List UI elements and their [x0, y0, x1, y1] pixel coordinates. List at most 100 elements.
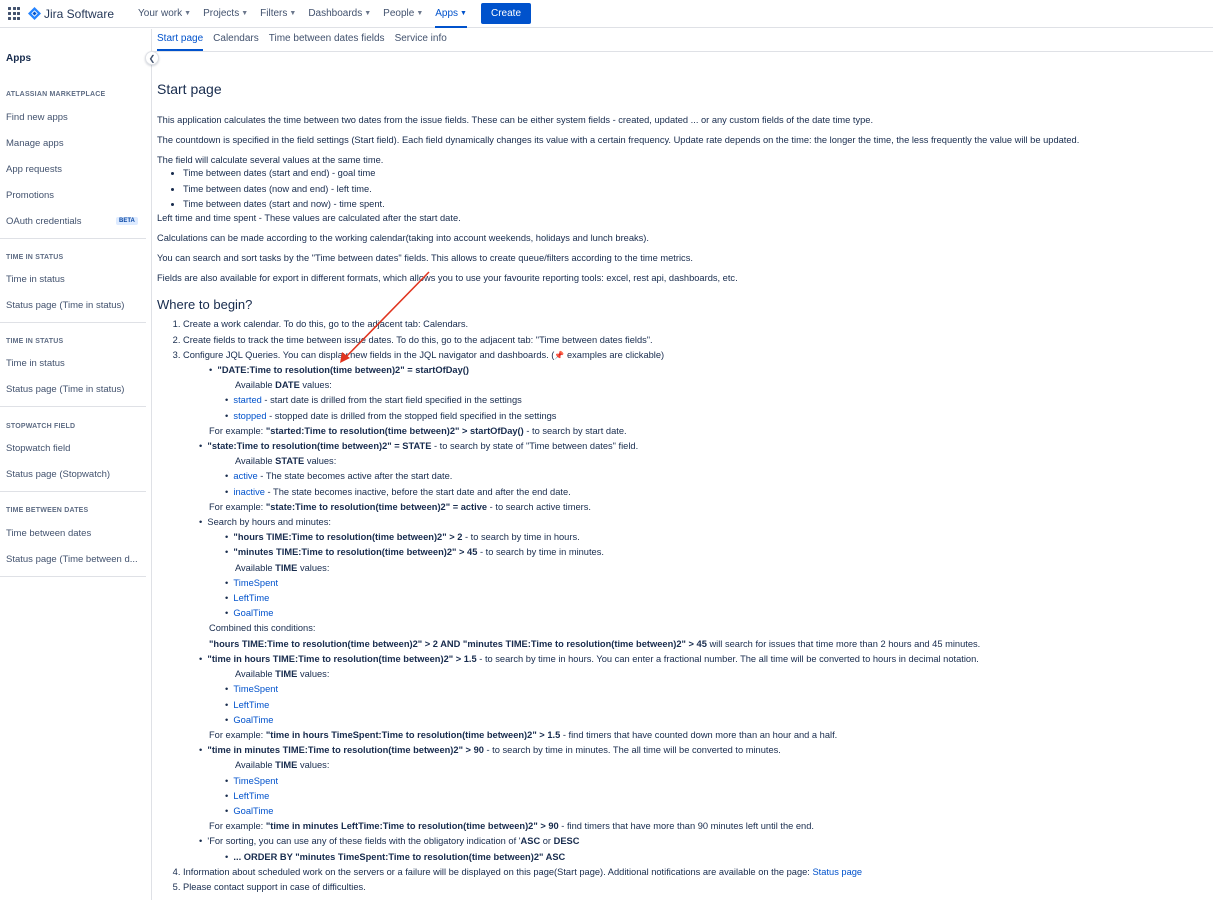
jql-query[interactable]: "time in minutes TIME:Time to resolution… — [207, 745, 484, 755]
jql-query[interactable]: "hours TIME:Time to resolution(time betw… — [233, 532, 462, 542]
sidebar-item-status-page-time-between-dates[interactable]: Status page (Time between d... — [6, 554, 146, 565]
sidebar-item-time-in-status-2[interactable]: Time in status — [6, 358, 146, 369]
text: values: — [304, 456, 337, 467]
value-link-started[interactable]: started — [233, 395, 261, 405]
text: For example: — [209, 821, 266, 832]
jql-query[interactable]: ... ORDER BY "minutes TimeSpent:Time to … — [233, 852, 565, 862]
chevron-down-icon: ▼ — [364, 10, 372, 17]
app-tabs: Start page Calendars Time between dates … — [152, 29, 452, 51]
jql-query[interactable]: "started:Time to resolution(time between… — [266, 426, 524, 436]
nav-label: Your work — [138, 8, 183, 19]
jql-query[interactable]: "state:Time to resolution(time between)2… — [266, 502, 487, 512]
value-link-inactive[interactable]: inactive — [233, 487, 265, 497]
sidebar-item-find-new-apps[interactable]: Find new apps — [6, 112, 146, 123]
sidebar-divider — [0, 238, 146, 239]
value-link-timespent[interactable]: TimeSpent — [233, 578, 278, 588]
jql-query[interactable]: "time in hours TimeSpent:Time to resolut… — [266, 730, 560, 740]
primary-nav: Your work ▼ Projects ▼ Filters ▼ Dashboards… — [132, 0, 473, 28]
text: TIME — [275, 760, 298, 771]
value-lefttime: • LeftTime — [225, 699, 270, 710]
pushpin-icon: 📌 — [554, 350, 565, 360]
app-switcher-icon[interactable] — [8, 6, 22, 21]
sidebar-section-heading: STOPWATCH FIELD — [6, 423, 76, 430]
text: - to search by time in hours. You can en… — [476, 653, 979, 664]
intro-paragraph: This application calculates the time bet… — [157, 115, 874, 125]
step-3: Configure JQL Queries. You can display n… — [183, 348, 1207, 363]
jira-logo[interactable]: Jira Software — [28, 7, 114, 21]
value-link-lefttime[interactable]: LeftTime — [233, 700, 269, 710]
tab-start-page[interactable]: Start page — [152, 29, 208, 51]
value-lefttime: • LeftTime — [225, 790, 270, 801]
jql-query[interactable]: "DATE:Time to resolution(time between)2"… — [217, 365, 469, 375]
tab-time-between-dates-fields[interactable]: Time between dates fields — [264, 29, 390, 51]
tab-service-info[interactable]: Service info — [390, 29, 452, 51]
text: Information about scheduled work on the … — [183, 866, 813, 877]
nav-dashboards[interactable]: Dashboards ▼ — [302, 0, 377, 28]
nav-label: Filters — [260, 8, 288, 19]
nav-projects[interactable]: Projects ▼ — [197, 0, 254, 28]
nav-apps[interactable]: Apps ▼ — [429, 0, 473, 28]
nav-people[interactable]: People ▼ — [377, 0, 429, 28]
nav-label: Apps — [435, 8, 459, 19]
text: DESC — [553, 836, 580, 847]
chevron-down-icon: ▼ — [416, 10, 424, 17]
example-line: For example: "started:Time to resolution… — [157, 424, 1207, 439]
example-line: For example: "state:Time to resolution(t… — [157, 500, 1207, 515]
sidebar-item-status-page-time-in-status[interactable]: Status page (Time in status) — [6, 300, 146, 311]
value-link-active[interactable]: active — [233, 471, 257, 481]
chevron-down-icon: ▼ — [460, 10, 467, 17]
sidebar-item-promotions[interactable]: Promotions — [6, 190, 146, 201]
search-hours-minutes: • Search by hours and minutes: — [199, 517, 331, 528]
value-link-goaltime[interactable]: GoalTime — [233, 608, 273, 618]
value-inactive: • inactive - The state becomes inactive,… — [225, 486, 571, 497]
value-lefttime: • LeftTime — [225, 593, 270, 604]
sidebar-item-app-requests[interactable]: App requests — [6, 164, 146, 175]
sidebar-item-manage-apps[interactable]: Manage apps — [6, 138, 146, 149]
text: or — [540, 836, 554, 847]
hm-example-2: • "minutes TIME:Time to resolution(time … — [225, 547, 604, 558]
value-link-goaltime[interactable]: GoalTime — [233, 806, 273, 816]
value-link-lefttime[interactable]: LeftTime — [233, 593, 269, 603]
text: - The state becomes active after the sta… — [257, 471, 453, 482]
text: - start date is drilled from the start f… — [261, 395, 522, 406]
top-navigation-bar: Jira Software Your work ▼ Projects ▼ Filte… — [0, 0, 1213, 28]
jql-query[interactable]: "time in minutes LeftTime:Time to resolu… — [266, 821, 559, 831]
nav-your-work[interactable]: Your work ▼ — [132, 0, 197, 28]
jql-query[interactable]: "hours TIME:Time to resolution(time betw… — [209, 639, 707, 649]
text: - find timers that have counted down mor… — [560, 729, 838, 740]
text: values: — [299, 380, 332, 391]
collapse-sidebar-button[interactable]: ❮ — [145, 51, 159, 65]
jql-query[interactable]: "minutes TIME:Time to resolution(time be… — [233, 547, 477, 557]
value-link-timespent[interactable]: TimeSpent — [233, 776, 278, 786]
value-link-timespent[interactable]: TimeSpent — [233, 684, 278, 694]
text: 'For sorting, you can use any of these f… — [207, 836, 521, 847]
steps-list: Create a work calendar. To do this, go t… — [183, 317, 1207, 363]
sidebar-item-time-in-status[interactable]: Time in status — [6, 274, 146, 285]
sidebar-item-stopwatch-field[interactable]: Stopwatch field — [6, 443, 146, 454]
steps-list-continued: Information about scheduled work on the … — [183, 865, 1207, 895]
main-content: Start page This application calculates t… — [157, 80, 1207, 895]
step-5: Please contact support in case of diffic… — [183, 880, 1207, 895]
text: Available — [235, 562, 276, 573]
available-values-label: Available DATE values: — [157, 378, 1207, 393]
sidebar-section-heading: TIME IN STATUS — [6, 254, 64, 261]
step-2: Create fields to track the time between … — [183, 333, 1207, 348]
jql-query[interactable]: "time in hours TIME:Time to resolution(t… — [207, 654, 476, 664]
sidebar-item-status-page-time-in-status-2[interactable]: Status page (Time in status) — [6, 384, 146, 395]
available-values-label: Available TIME values: — [157, 667, 1207, 682]
sidebar-item-status-page-stopwatch[interactable]: Status page (Stopwatch) — [6, 469, 146, 480]
jql-query[interactable]: "state:Time to resolution(time between)2… — [207, 441, 431, 451]
create-button[interactable]: Create — [480, 3, 531, 24]
value-link-stopped[interactable]: stopped — [233, 411, 266, 421]
sidebar-item-time-between-dates[interactable]: Time between dates — [6, 528, 146, 539]
nav-filters[interactable]: Filters ▼ — [254, 0, 302, 28]
text: - to search by time in minutes. The all … — [483, 745, 781, 756]
sidebar-divider — [0, 491, 146, 492]
value-link-goaltime[interactable]: GoalTime — [233, 715, 273, 725]
values-list: Time between dates (start and end) - goa… — [183, 166, 1207, 212]
tab-calendars[interactable]: Calendars — [208, 29, 264, 51]
combined-example: "hours TIME:Time to resolution(time betw… — [157, 637, 1207, 652]
jql-example-date[interactable]: • "DATE:Time to resolution(time between)… — [157, 363, 1207, 378]
value-link-lefttime[interactable]: LeftTime — [233, 791, 269, 801]
status-page-link[interactable]: Status page — [812, 867, 862, 877]
